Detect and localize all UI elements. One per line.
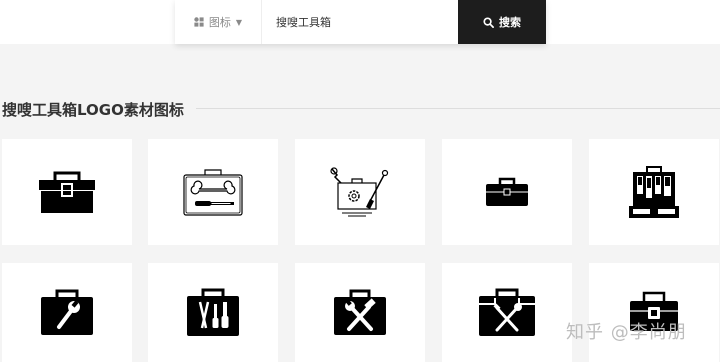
search-button[interactable]: 搜索 (458, 0, 546, 44)
icon-card[interactable] (442, 139, 572, 245)
toolbox-tools-open-icon (629, 166, 679, 218)
search-input[interactable] (262, 0, 458, 44)
grid-shapes-icon (194, 17, 204, 27)
toolbox-hammer-wrench-icon (334, 289, 386, 335)
toolbox-icon (39, 171, 95, 213)
icon-card[interactable] (589, 139, 719, 245)
section-title: 搜嗖工具箱LOGO素材图标 (2, 101, 184, 119)
icon-card[interactable] (148, 263, 278, 362)
toolbox-pliers-screwdriver-icon (187, 288, 239, 336)
toolbox-small-icon (486, 177, 528, 206)
icon-card[interactable] (442, 263, 572, 362)
search-type-dropdown[interactable]: 图标 ▼ (175, 0, 262, 44)
search-icon (483, 16, 494, 28)
toolbox-crossed-tools-icon (479, 288, 535, 336)
chevron-down-icon: ▼ (235, 17, 243, 27)
icon-card[interactable] (2, 263, 132, 362)
search-button-label: 搜索 (499, 16, 521, 29)
icon-card[interactable] (589, 263, 719, 362)
toolbox-wrench-icon (41, 289, 93, 335)
search-type-label: 图标 (208, 16, 231, 29)
watermark-text: 知乎 @李尚朋 (566, 322, 687, 343)
icon-card[interactable] (2, 139, 132, 245)
toolbox-wrench-screwdriver-outline-icon (183, 169, 243, 216)
icon-card[interactable] (295, 263, 425, 362)
icon-card[interactable] (295, 139, 425, 245)
toolbox-gear-tools-outline-icon (330, 167, 389, 217)
search-bar: 图标 ▼ 搜索 (175, 0, 546, 44)
title-divider (196, 108, 720, 109)
icon-card[interactable] (148, 139, 278, 245)
